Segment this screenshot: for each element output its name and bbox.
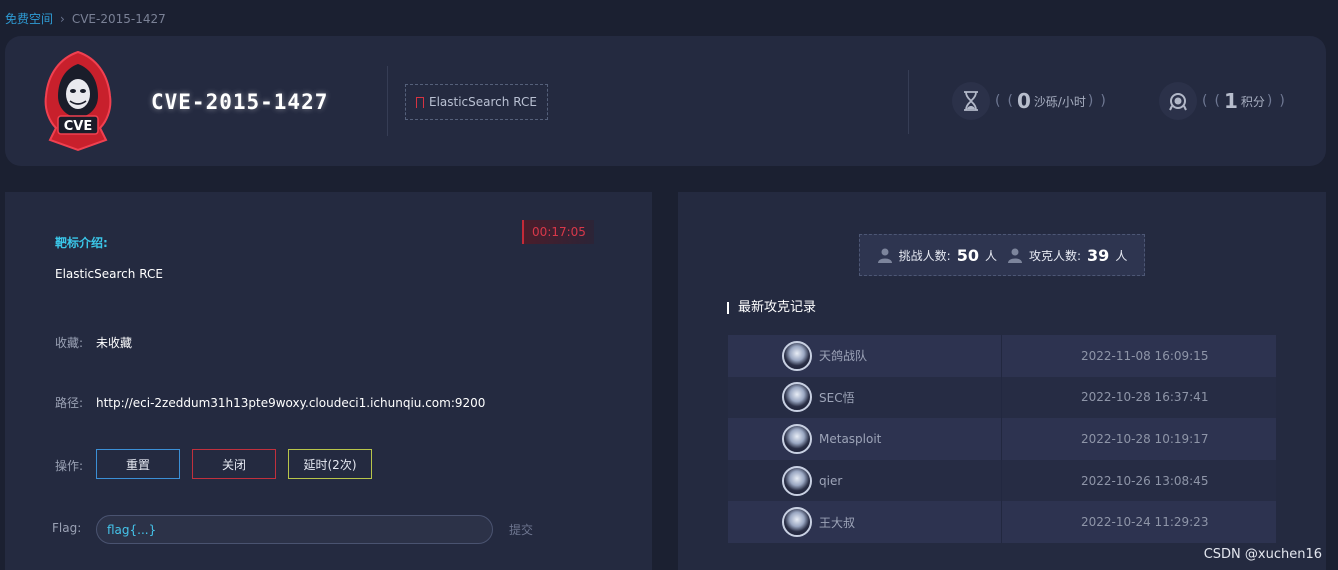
favorite-label: 收藏: — [55, 336, 84, 350]
logo-text: CVE — [64, 119, 92, 134]
cve-logo: CVE — [40, 50, 116, 152]
breadcrumb-home-link[interactable]: 免费空间 — [5, 10, 53, 27]
record-time: 2022-11-08 16:09:15 — [1081, 348, 1209, 363]
record-name[interactable]: 王大叔 — [819, 514, 855, 531]
path-label: 路径: — [55, 396, 84, 410]
avatar — [782, 423, 812, 454]
hourglass-icon — [952, 82, 990, 120]
submit-button[interactable]: 提交 — [509, 521, 533, 538]
rate-unit: 沙砾/小时 — [1033, 94, 1086, 109]
records-title: 最新攻克记录 — [727, 301, 816, 314]
chevron-right-icon: › — [60, 11, 65, 26]
record-time: 2022-10-26 13:08:45 — [1081, 473, 1209, 488]
breadcrumb: 免费空间 › CVE-2015-1427 — [5, 10, 166, 27]
score-stat: ( ( 1 积分 ) ) — [1159, 82, 1290, 120]
solvers-unit: 人 — [1115, 248, 1128, 263]
solve-records-panel: 挑战人数: 50 人 攻克人数: 39 人 最新攻克记录 天鸽战队 2022-1… — [678, 192, 1326, 570]
intro-text: ElasticSearch RCE — [55, 267, 163, 281]
bookmark-icon — [416, 96, 424, 108]
solvers-count: 39 — [1087, 245, 1110, 265]
divider — [387, 66, 388, 136]
challengers-unit: 人 — [984, 248, 997, 263]
reset-button[interactable]: 重置 — [96, 449, 180, 479]
participant-counts: 挑战人数: 50 人 攻克人数: 39 人 — [859, 234, 1145, 276]
challengers-count: 50 — [956, 245, 979, 265]
table-row: qier 2022-10-26 13:08:45 — [728, 459, 1276, 502]
avatar — [782, 340, 812, 371]
solvers-label: 攻克人数: — [1029, 248, 1082, 263]
intro-label: 靶标介绍: — [55, 236, 108, 250]
record-name[interactable]: 天鸽战队 — [819, 347, 867, 364]
target-info-panel: 00:17:05 靶标介绍: ElasticSearch RCE 收藏: 未收藏… — [5, 192, 652, 570]
page-title: CVE-2015-1427 — [151, 90, 329, 114]
user-icon — [1007, 247, 1023, 263]
table-row: 天鸽战队 2022-11-08 16:09:15 — [728, 335, 1276, 377]
category-tag[interactable]: ElasticSearch RCE — [405, 84, 548, 120]
divider — [908, 70, 909, 134]
user-icon — [877, 247, 893, 263]
challenge-header: CVE CVE-2015-1427 ElasticSearch RCE ( ( … — [5, 36, 1326, 166]
record-time: 2022-10-24 11:29:23 — [1081, 515, 1209, 530]
table-row: Metasploit 2022-10-28 10:19:17 — [728, 418, 1276, 460]
rate-stat: ( ( 0 沙砾/小时 ) ) — [952, 82, 1111, 120]
avatar — [782, 465, 812, 496]
record-time: 2022-10-28 16:37:41 — [1081, 390, 1209, 405]
record-name[interactable]: Metasploit — [819, 432, 881, 446]
score-unit: 积分 — [1240, 94, 1265, 109]
ops-label: 操作: — [55, 459, 84, 473]
category-tag-label: ElasticSearch RCE — [429, 95, 537, 109]
favorite-value[interactable]: 未收藏 — [96, 334, 132, 351]
table-row: SEC悟 2022-10-28 16:37:41 — [728, 376, 1276, 419]
avatar — [782, 382, 812, 413]
flag-input[interactable] — [96, 515, 493, 544]
score-value: 1 — [1223, 89, 1238, 113]
breadcrumb-current: CVE-2015-1427 — [71, 11, 166, 26]
record-time: 2022-10-28 10:19:17 — [1081, 431, 1209, 446]
avatar — [782, 507, 812, 538]
close-button[interactable]: 关闭 — [192, 449, 276, 479]
challengers-label: 挑战人数: — [898, 248, 951, 263]
record-name[interactable]: qier — [819, 474, 842, 488]
records-table: 天鸽战队 2022-11-08 16:09:15 SEC悟 2022-10-28… — [728, 335, 1276, 543]
table-row: 王大叔 2022-10-24 11:29:23 — [728, 501, 1276, 543]
rate-value: 0 — [1016, 89, 1031, 113]
flag-label: Flag: — [52, 521, 82, 535]
medal-icon — [1159, 82, 1197, 120]
path-link[interactable]: http://eci-2zeddum31h13pte9woxy.cloudeci… — [96, 396, 485, 410]
record-name[interactable]: SEC悟 — [819, 389, 855, 406]
extend-button[interactable]: 延时(2次) — [288, 449, 372, 479]
watermark: CSDN @xuchen16 — [1203, 547, 1322, 562]
countdown-timer: 00:17:05 — [522, 220, 594, 244]
